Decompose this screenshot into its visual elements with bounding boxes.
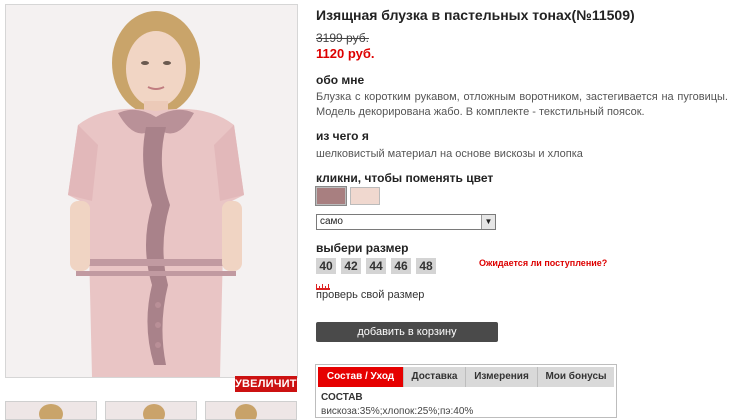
zoom-button[interactable]: УВЕЛИЧИТЬ (235, 376, 305, 392)
tab-measurements[interactable]: Измерения (466, 367, 538, 387)
tab-bar: Состав / Уход Доставка Измерения Мои бон… (318, 367, 614, 387)
add-to-cart-button[interactable]: добавить в корзину (316, 322, 498, 342)
blouse-photo-illustration (6, 5, 297, 377)
sale-price: 1120 руб. (316, 46, 375, 61)
check-size-link[interactable]: проверь свой размер (316, 289, 424, 301)
info-tabs-panel: Состав / Уход Доставка Измерения Мои бон… (315, 364, 617, 418)
thumbnail[interactable] (5, 401, 97, 420)
thumbnail[interactable] (205, 401, 297, 420)
size-option-48[interactable]: 48 (416, 258, 436, 274)
size-option-42[interactable]: 42 (341, 258, 361, 274)
thumbnail-image (6, 402, 96, 419)
product-main-image[interactable] (5, 4, 298, 378)
color-swatch-mauve[interactable] (315, 186, 347, 206)
color-swatch-peach[interactable] (350, 187, 380, 205)
color-heading: кликни, чтобы поменять цвет (316, 171, 494, 185)
composition-value: вискоза:35%;хлопок:25%;пэ:40% (321, 406, 474, 417)
thumbnail[interactable] (105, 401, 197, 420)
tab-delivery[interactable]: Доставка (404, 367, 466, 387)
about-text: Блузка с коротким рукавом, отложным воро… (316, 91, 728, 118)
size-option-46[interactable]: 46 (391, 258, 411, 274)
product-title: Изящная блузка в пастельных тонах(№11509… (316, 7, 635, 23)
chevron-down-icon[interactable]: ▼ (481, 215, 495, 229)
old-price: 3199 руб. (316, 31, 369, 45)
size-option-40[interactable]: 40 (316, 258, 336, 274)
color-select-value: само (320, 216, 343, 227)
thumbnail-image (206, 402, 296, 419)
color-select[interactable]: само ▼ (316, 214, 496, 230)
size-option-44[interactable]: 44 (366, 258, 386, 274)
thumbnail-image (106, 402, 196, 419)
about-heading: обо мне (316, 73, 365, 87)
thumbnail-strip (5, 401, 297, 420)
size-heading: выбери размер (316, 241, 409, 255)
material-heading: из чего я (316, 129, 369, 143)
material-text: шелковистый материал на основе вискозы и… (316, 148, 583, 160)
tab-composition-care[interactable]: Состав / Уход (318, 367, 404, 387)
composition-heading: СОСТАВ (321, 392, 363, 403)
tab-bonuses[interactable]: Мои бонусы (538, 367, 614, 387)
availability-link[interactable]: Ожидается ли поступление? (479, 258, 607, 268)
